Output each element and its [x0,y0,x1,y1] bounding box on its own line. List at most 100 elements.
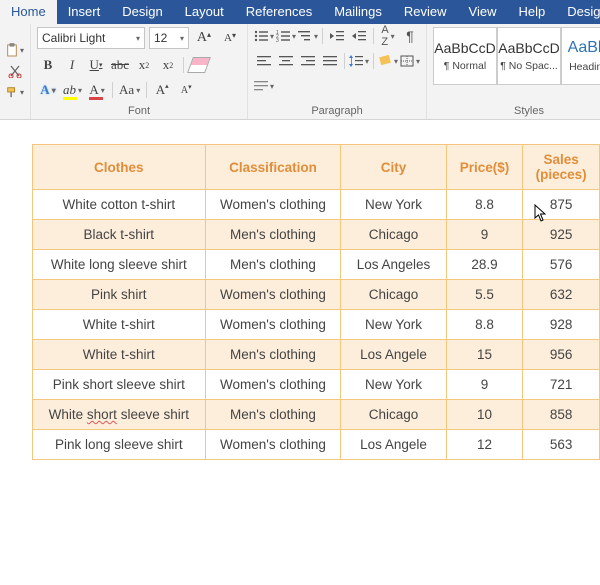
multilevel-list-button[interactable] [298,27,318,45]
table-cell[interactable]: 10 [446,400,523,430]
shading-button[interactable] [378,52,398,70]
tab-design[interactable]: Design [556,0,600,24]
table-cell[interactable]: 925 [523,220,600,250]
table-cell[interactable]: Men's clothing [205,250,341,280]
table-header[interactable]: Sales (pieces) [523,145,600,190]
clear-formatting-button[interactable] [188,56,210,74]
table-cell[interactable]: New York [341,310,446,340]
text-effects-button[interactable]: A [37,81,59,99]
table-cell[interactable]: 9 [446,370,523,400]
table-cell[interactable]: 9 [446,220,523,250]
font-size-select[interactable]: 12▾ [149,27,189,49]
subscript-button[interactable]: x2 [133,56,155,74]
underline-button[interactable]: U▾ [85,56,107,74]
table-row[interactable]: White long sleeve shirtMen's clothingLos… [33,250,600,280]
style--normal[interactable]: AaBbCcD¶ Normal [433,27,497,85]
tab-mailings[interactable]: Mailings [323,0,393,24]
justify-button[interactable] [320,52,340,70]
table-header[interactable]: City [341,145,446,190]
table-cell[interactable]: Men's clothing [205,400,341,430]
bullets-button[interactable] [254,27,274,45]
highlight-button[interactable]: ab [61,81,84,99]
table-row[interactable]: White short sleeve shirtMen's clothingCh… [33,400,600,430]
table-cell[interactable]: 5.5 [446,280,523,310]
table-row[interactable]: Pink shirtWomen's clothingChicago5.5632 [33,280,600,310]
table-cell[interactable]: Pink short sleeve shirt [33,370,206,400]
table-cell[interactable]: White cotton t-shirt [33,190,206,220]
table-row[interactable]: Pink short sleeve shirtWomen's clothingN… [33,370,600,400]
tab-insert[interactable]: Insert [57,0,112,24]
tab-help[interactable]: Help [507,0,556,24]
table-cell[interactable]: Men's clothing [205,220,341,250]
table-cell[interactable]: New York [341,370,446,400]
paragraph-more-button[interactable] [254,77,274,95]
table-cell[interactable]: Los Angele [341,430,446,460]
tab-home[interactable]: Home [0,0,57,24]
font-color-button[interactable]: A [86,81,108,99]
style--no-spac-[interactable]: AaBbCcD¶ No Spac... [497,27,561,85]
superscript-button[interactable]: x2 [157,56,179,74]
table-row[interactable]: White t-shirtMen's clothingLos Angele159… [33,340,600,370]
table-header[interactable]: Price($) [446,145,523,190]
table-cell[interactable]: 858 [523,400,600,430]
tab-review[interactable]: Review [393,0,458,24]
line-spacing-button[interactable] [349,52,369,70]
shrink-font-alt-button[interactable]: A▾ [175,81,197,99]
table-cell[interactable]: Women's clothing [205,370,341,400]
table-cell[interactable]: Pink long sleeve shirt [33,430,206,460]
table-row[interactable]: White t-shirtWomen's clothingNew York8.8… [33,310,600,340]
style-heading-1[interactable]: AaBbCHeading 1 [561,27,600,85]
strikethrough-button[interactable]: abc [109,56,131,74]
align-right-button[interactable] [298,52,318,70]
table-cell[interactable]: Pink shirt [33,280,206,310]
increase-indent-button[interactable] [349,27,369,45]
table-cell[interactable]: Los Angele [341,340,446,370]
table-cell[interactable]: Black t-shirt [33,220,206,250]
table-row[interactable]: White cotton t-shirtWomen's clothingNew … [33,190,600,220]
tab-design[interactable]: Design [111,0,173,24]
table-cell[interactable]: Women's clothing [205,280,341,310]
borders-button[interactable] [400,52,420,70]
table-cell[interactable]: 721 [523,370,600,400]
table-cell[interactable]: Women's clothing [205,430,341,460]
table-cell[interactable]: 8.8 [446,190,523,220]
table-cell[interactable]: Chicago [341,220,446,250]
table-cell[interactable]: Chicago [341,400,446,430]
tab-layout[interactable]: Layout [174,0,235,24]
tab-view[interactable]: View [458,0,508,24]
font-name-select[interactable]: Calibri Light▾ [37,27,145,49]
shrink-font-button[interactable]: A▾ [219,29,241,47]
grow-font-button[interactable]: A▴ [193,29,215,47]
table-cell[interactable]: 875 [523,190,600,220]
align-center-button[interactable] [276,52,296,70]
table-row[interactable]: Pink long sleeve shirtWomen's clothingLo… [33,430,600,460]
bold-button[interactable]: B [37,56,59,74]
table-cell[interactable]: White t-shirt [33,310,206,340]
table-cell[interactable]: 8.8 [446,310,523,340]
table-cell[interactable]: 576 [523,250,600,280]
sort-button[interactable]: AZ [378,27,398,45]
table-cell[interactable]: White t-shirt [33,340,206,370]
table-cell[interactable]: 563 [523,430,600,460]
change-case-button[interactable]: Aa [117,81,142,99]
italic-button[interactable]: I [61,56,83,74]
table-cell[interactable]: 12 [446,430,523,460]
table-cell[interactable]: 956 [523,340,600,370]
decrease-indent-button[interactable] [327,27,347,45]
table-cell[interactable]: New York [341,190,446,220]
table-cell[interactable]: Women's clothing [205,190,341,220]
table-cell[interactable]: 632 [523,280,600,310]
numbering-button[interactable]: 123 [276,27,296,45]
paste-button[interactable] [6,41,24,59]
cut-button[interactable] [6,62,24,80]
table-cell[interactable]: 28.9 [446,250,523,280]
table-cell[interactable]: 15 [446,340,523,370]
table-cell[interactable]: Women's clothing [205,310,341,340]
format-painter-button[interactable] [6,83,24,101]
grow-font-alt-button[interactable]: A▴ [151,81,173,99]
table-header[interactable]: Classification [205,145,341,190]
table-cell[interactable]: 928 [523,310,600,340]
table-cell[interactable]: White short sleeve shirt [33,400,206,430]
table-cell[interactable]: Chicago [341,280,446,310]
table-cell[interactable]: Men's clothing [205,340,341,370]
